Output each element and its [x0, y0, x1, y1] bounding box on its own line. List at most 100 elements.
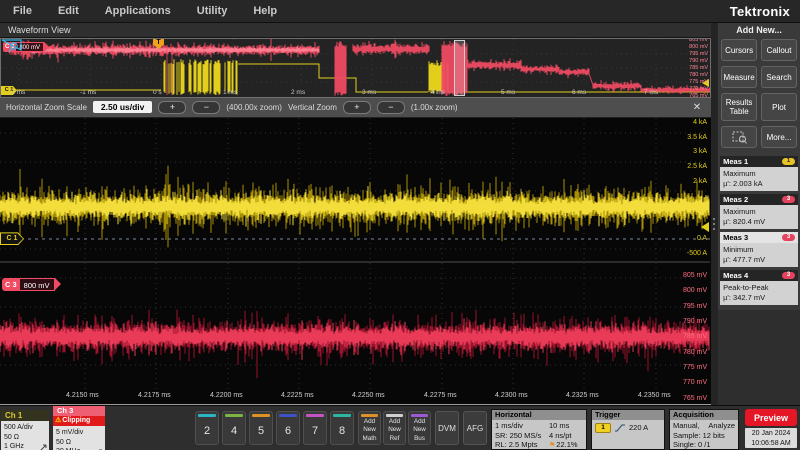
close-zoom-icon[interactable]: ✕ [693, 102, 705, 113]
ch3-y-label: 775 mV [683, 364, 707, 372]
ch3-scale: 5 mV/div [56, 428, 102, 438]
main-x-tick: 4.2300 ms [495, 392, 528, 399]
v-zoom-label: Vertical Zoom [288, 103, 337, 112]
main-x-tick: 4.2175 ms [138, 392, 171, 399]
source-badge: 1 [782, 158, 795, 165]
trigger-level-arrow[interactable] [696, 222, 709, 232]
h-zoom-plus-button[interactable]: + [158, 101, 186, 114]
channel-button-4[interactable]: 4 [222, 411, 246, 445]
cursors-button[interactable]: Cursors [721, 39, 757, 61]
dvm-button[interactable]: DVM [435, 411, 459, 445]
add-label: New [363, 426, 376, 434]
search-button[interactable]: Search [761, 66, 797, 88]
h-zoom-minus-button[interactable]: − [192, 101, 220, 114]
afg-button[interactable]: AFG [463, 411, 487, 445]
menu-utility[interactable]: Utility [184, 5, 241, 17]
main-x-tick: 4.2275 ms [424, 392, 457, 399]
zoom-box-button[interactable] [721, 126, 757, 148]
splitter-handle-icon [711, 215, 717, 230]
h-zoom-scale-value[interactable]: 2.50 us/div [93, 101, 152, 113]
panel-splitter[interactable] [711, 23, 717, 405]
preview-badge[interactable]: Preview [745, 409, 797, 426]
channel-button-8[interactable]: 8 [330, 411, 354, 445]
h-window: 10 ms [549, 421, 583, 431]
meas-1-panel[interactable]: Meas 1 1 Maximum µ': 2.003 kA [720, 156, 798, 191]
meas-3-panel[interactable]: Meas 3 3 Minimum µ': 477.7 mV [720, 232, 798, 267]
meas-name: Meas 1 [723, 157, 748, 166]
meas-value: µ': 820.4 mV [723, 217, 795, 227]
overview-x-tick: 1 ms [223, 89, 237, 97]
zoom-region-icon[interactable] [1, 39, 23, 54]
overview-plot[interactable]: C 3 800 mV T C 1 805 mV 800 mV 795 mV 79… [0, 38, 711, 98]
v-zoom-minus-button[interactable]: − [377, 101, 405, 114]
ch1-badge-card[interactable]: Ch 1 500 A/div 50 Ω 1 GHz [1, 410, 49, 450]
clipping-warning: ⚠Clipping [53, 416, 105, 426]
zoom-window-indicator[interactable] [454, 40, 465, 96]
main-ch3-badge[interactable]: C 3 800 mV [2, 278, 61, 291]
ch3-y-label: 800 mV [683, 287, 707, 295]
callout-button[interactable]: Callout [761, 39, 797, 61]
datetime-display[interactable]: 20 Jan 2024 10:06:58 AM [745, 428, 797, 448]
h-zoom-factor: (400.00x zoom) [226, 103, 282, 112]
meas-name: Meas 4 [723, 271, 748, 280]
ch1-y-label: 3 kA [693, 148, 707, 156]
trigger-title: Trigger [592, 410, 664, 420]
meas-value: µ': 2.003 kA [723, 179, 795, 189]
channel-button-2[interactable]: 2 [195, 411, 219, 445]
waveform-view-tab[interactable]: Waveform View [0, 23, 711, 38]
overview-x-tick: 3 ms [362, 89, 376, 97]
menu-help[interactable]: Help [240, 5, 290, 17]
meas-type: Maximum [723, 169, 795, 179]
meas-2-panel[interactable]: Meas 2 3 Maximum µ': 820.4 mV [720, 194, 798, 229]
ch3-y-label: 765 mV [683, 395, 707, 403]
overview-x-tick: 7 ms [644, 89, 658, 97]
add-new-math-button[interactable]: Add New Math [358, 411, 381, 445]
add-new-buttons: Add New Math Add New Ref Add New Bus [358, 406, 431, 445]
channel-button-7[interactable]: 7 [303, 411, 327, 445]
ch3-y-label: 790 mV [683, 318, 707, 326]
zoom-scale-bar: Horizontal Zoom Scale 2.50 us/div + − (4… [0, 98, 711, 119]
overview-y-label: 785 mV [689, 65, 708, 72]
channel-button-6[interactable]: 6 [276, 411, 300, 445]
channel-button-label: 2 [204, 417, 210, 444]
meas-value: µ': 477.7 mV [723, 255, 795, 265]
ch1-y-label: 2 kA [693, 178, 707, 186]
clipping-text: Clipping [62, 417, 90, 424]
ch3-y-label: 795 mV [683, 303, 707, 311]
main-plot[interactable]: C 1 C 3 800 mV 4 kA 3.5 kA 3 kA 2.5 kA 2… [0, 118, 711, 405]
v-zoom-plus-button[interactable]: + [343, 101, 371, 114]
more-button[interactable]: More... [761, 126, 797, 148]
acq-mode: Manual, [673, 421, 700, 431]
add-new-bus-button[interactable]: Add New Bus [408, 411, 431, 445]
meas-4-panel[interactable]: Meas 4 3 Peak-to-Peak µ': 342.7 mV [720, 270, 798, 305]
add-label: New [413, 426, 426, 434]
overview-x-tick: -1 ms [80, 89, 96, 97]
h-zoom-scale-label: Horizontal Zoom Scale [6, 103, 87, 112]
trigger-panel[interactable]: Trigger 1 220 A [591, 409, 665, 450]
badge-arrow [44, 42, 49, 52]
main-x-tick: 4.2150 ms [66, 392, 99, 399]
add-label: Bus [414, 435, 425, 443]
h-scale: 1 ms/div [495, 421, 549, 431]
menu-edit[interactable]: Edit [45, 5, 92, 17]
channel-button-5[interactable]: 5 [249, 411, 273, 445]
results-table-button[interactable]: Results Table [721, 93, 757, 121]
add-new-ref-button[interactable]: Add New Ref [383, 411, 406, 445]
measure-button[interactable]: Measure [721, 66, 757, 88]
bottom-settings-bar: Ch 1 500 A/div 50 Ω 1 GHz Ch 3 ⚠Clipping… [0, 405, 800, 450]
meas-type: Minimum [723, 245, 795, 255]
menu-bar: File Edit Applications Utility Help Tekt… [0, 0, 800, 23]
menu-applications[interactable]: Applications [92, 5, 184, 17]
plot-button[interactable]: Plot [761, 93, 797, 121]
channel-button-label: 6 [285, 417, 291, 444]
overview-y-label: 765 mV [689, 93, 708, 98]
menu-file[interactable]: File [0, 5, 45, 17]
ch3-y-label: 785 mV [683, 333, 707, 341]
acquisition-panel[interactable]: Acquisition Manual, Analyze Sample: 12 b… [669, 409, 739, 450]
ch3-badge-card[interactable]: Ch 3 ⚠Clipping 5 mV/div 50 Ω 20 MHz [53, 406, 105, 450]
main-waveforms [0, 118, 710, 405]
sidebar-empty-area [718, 310, 800, 405]
horizontal-panel[interactable]: Horizontal 1 ms/div 10 ms SR: 250 MS/s 4… [491, 409, 587, 450]
ch3-y-label: 780 mV [683, 349, 707, 357]
ch1-scale: 500 A/div [4, 423, 46, 433]
